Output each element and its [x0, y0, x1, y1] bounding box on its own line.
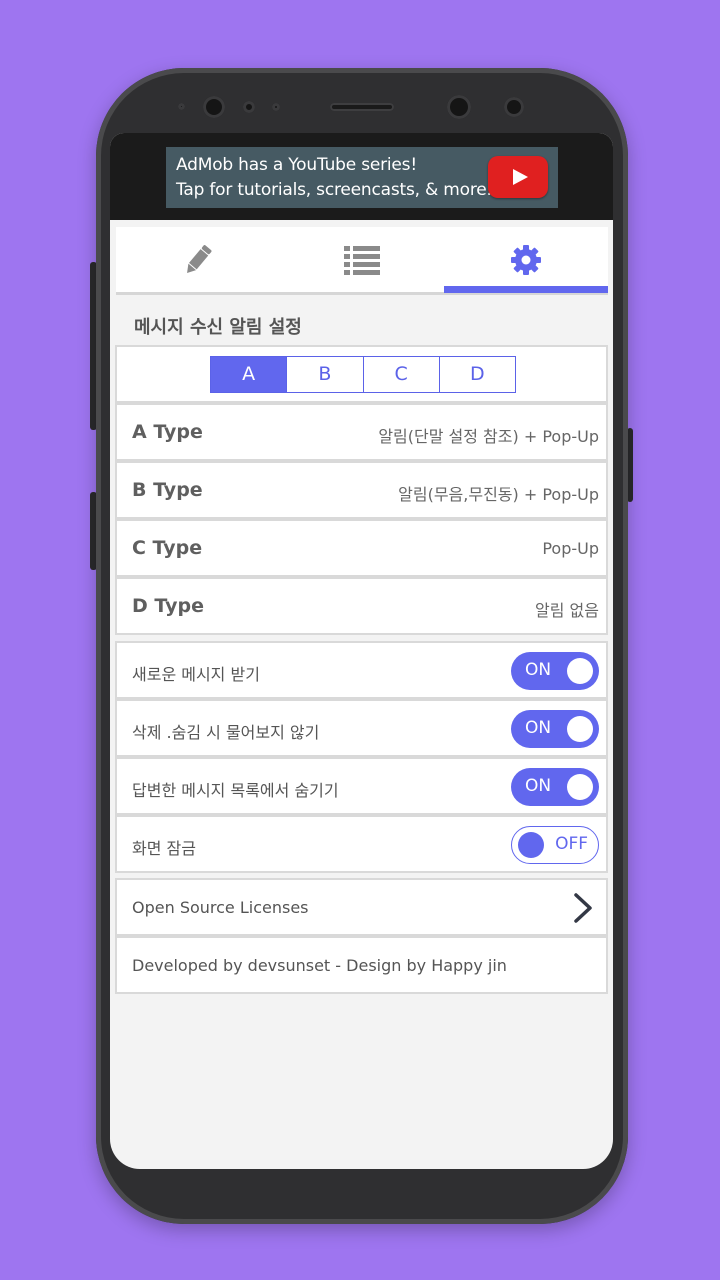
list-icon: [344, 245, 380, 275]
toggle-label: 새로운 메시지 받기: [132, 665, 260, 684]
type-value: 알림(단말 설정 참조) + Pop-Up: [378, 427, 599, 446]
sensor-icon: [272, 103, 280, 111]
ad-line-1: AdMob has a YouTube series!: [176, 155, 417, 175]
tab-list[interactable]: [280, 227, 444, 292]
type-row-b: B Type 알림(무음,무진동) + Pop-Up: [115, 461, 608, 519]
type-row-c: C Type Pop-Up: [115, 519, 608, 577]
toggle-switch[interactable]: OFF: [511, 826, 599, 864]
toggle-state: ON: [525, 718, 552, 738]
tab-selected-indicator: [444, 286, 608, 293]
ad-line-2: Tap for tutorials, screencasts, & more.: [176, 180, 492, 200]
type-segmented-control: A B C D: [210, 356, 516, 393]
front-camera-icon: [203, 96, 225, 118]
toggle-row-hide-replied: 답변한 메시지 목록에서 숨기기 ON: [115, 757, 608, 815]
open-source-licenses-row[interactable]: Open Source Licenses: [115, 878, 608, 936]
earpiece-speaker: [330, 103, 394, 111]
toggle-switch[interactable]: ON: [511, 710, 599, 748]
segment-a[interactable]: A: [211, 357, 288, 392]
toggle-knob: [567, 658, 593, 684]
segment-d[interactable]: D: [440, 357, 515, 392]
type-label: D Type: [132, 595, 204, 617]
sensor-icon: [243, 101, 255, 113]
credits-row: Developed by devsunset - Design by Happy…: [115, 936, 608, 994]
type-value: 알림(무음,무진동) + Pop-Up: [398, 485, 599, 504]
toggle-label: 답변한 메시지 목록에서 숨기기: [132, 781, 339, 800]
ad-area: AdMob has a YouTube series! Tap for tuto…: [110, 133, 613, 220]
type-label: A Type: [132, 421, 203, 443]
app-screen: AdMob has a YouTube series! Tap for tuto…: [110, 133, 613, 1169]
toggle-knob: [567, 716, 593, 742]
camera-icon: [447, 95, 471, 119]
toggle-switch[interactable]: ON: [511, 768, 599, 806]
youtube-play-icon[interactable]: [488, 156, 548, 198]
tab-compose[interactable]: [116, 227, 280, 292]
chevron-right-icon: [574, 893, 592, 923]
toggle-state: ON: [525, 776, 552, 796]
tab-bar: [116, 227, 608, 295]
pencil-icon: [187, 244, 212, 273]
toggle-state: ON: [525, 660, 552, 680]
sensor-icon: [178, 103, 185, 110]
toggle-switch[interactable]: ON: [511, 652, 599, 690]
type-row-a: A Type 알림(단말 설정 참조) + Pop-Up: [115, 403, 608, 461]
type-label: B Type: [132, 479, 203, 501]
type-selector-card: A B C D: [115, 345, 608, 403]
toggle-row-no-confirm-delete: 삭제 .숨김 시 물어보지 않기 ON: [115, 699, 608, 757]
admob-banner[interactable]: AdMob has a YouTube series! Tap for tuto…: [166, 147, 558, 208]
section-title: 메시지 수신 알림 설정: [134, 317, 302, 338]
credits-text: Developed by devsunset - Design by Happy…: [132, 956, 507, 975]
gear-icon: [511, 244, 541, 275]
type-label: C Type: [132, 537, 203, 559]
toggle-label: 화면 잠금: [132, 839, 196, 858]
toggle-state: OFF: [555, 834, 588, 854]
toggle-row-receive-new: 새로운 메시지 받기 ON: [115, 641, 608, 699]
type-value: 알림 없음: [535, 601, 599, 620]
type-value: Pop-Up: [542, 539, 599, 558]
segment-b[interactable]: B: [287, 357, 364, 392]
segment-c[interactable]: C: [364, 357, 440, 392]
camera-icon: [504, 97, 524, 117]
type-row-d: D Type 알림 없음: [115, 577, 608, 635]
licenses-label: Open Source Licenses: [132, 898, 309, 917]
tab-settings[interactable]: [444, 227, 608, 292]
toggle-row-screen-lock: 화면 잠금 OFF: [115, 815, 608, 873]
toggle-knob: [567, 774, 593, 800]
toggle-label: 삭제 .숨김 시 물어보지 않기: [132, 723, 320, 742]
toggle-knob: [518, 832, 544, 858]
